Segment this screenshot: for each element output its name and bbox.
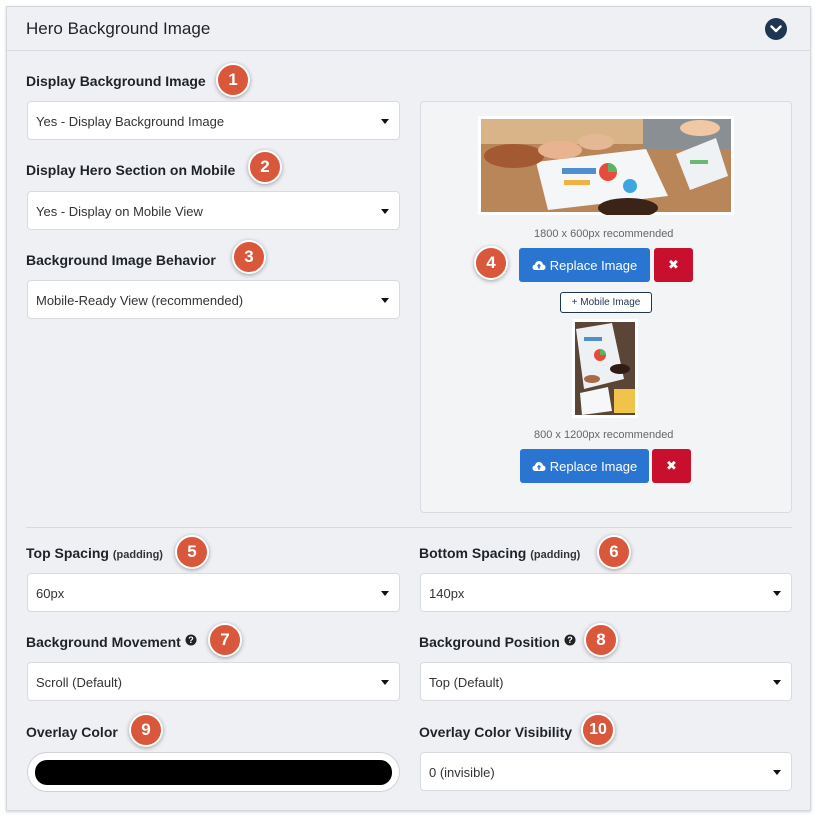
add-mobile-image-label: + Mobile Image [571,297,641,308]
display-bg-value: Yes - Display Background Image [36,114,225,129]
svg-text:?: ? [188,635,194,645]
overlay-visibility-label: Overlay Color Visibility [419,724,573,740]
step-badge-6: 6 [597,535,631,569]
overlay-visibility-value: 0 (invisible) [429,765,495,780]
position-value: Top (Default) [429,675,504,690]
close-icon: ✖ [666,458,677,473]
close-icon: ✖ [668,257,679,272]
top-spacing-label: Top Spacing (padding) [26,545,163,561]
display-mobile-select[interactable]: Yes - Display on Mobile View [27,191,400,230]
position-label: Background Position ? [419,634,576,650]
remove-mobile-image-button[interactable]: ✖ [652,449,691,483]
overlay-color-swatch [35,760,392,785]
bottom-spacing-select[interactable]: 140px [420,573,792,612]
position-select[interactable]: Top (Default) [420,662,792,701]
caret-down-icon [773,770,781,775]
caret-down-icon [381,298,389,303]
top-spacing-value: 60px [36,586,65,601]
desktop-size-hint: 1800 x 600px recommended [534,228,674,240]
step-badge-9: 9 [129,713,163,747]
replace-image-label: Replace Image [549,257,638,273]
overlay-color-label: Overlay Color [26,724,118,740]
mobile-size-hint: 800 x 1200px recommended [534,429,674,441]
replace-image-button[interactable]: Replace Image [519,248,650,282]
section-divider [26,527,792,528]
movement-select[interactable]: Scroll (Default) [27,662,400,701]
caret-down-icon [381,680,389,685]
overlay-visibility-select[interactable]: 0 (invisible) [420,752,792,791]
overlay-color-picker[interactable] [27,752,400,792]
collapse-button[interactable] [765,18,787,40]
caret-down-icon [773,591,781,596]
cloud-upload-icon [532,461,546,471]
hero-background-panel: Hero Background Image Display Background… [6,6,811,811]
replace-mobile-image-label: Replace Image [549,458,638,474]
question-circle-icon[interactable]: ? [185,634,197,646]
movement-label: Background Movement ? [26,634,197,650]
bottom-spacing-text: Bottom Spacing [419,545,527,561]
mobile-hero-image [572,319,638,418]
remove-image-button[interactable]: ✖ [654,248,693,282]
movement-value: Scroll (Default) [36,675,122,690]
replace-mobile-image-button[interactable]: Replace Image [520,449,649,483]
step-badge-10: 10 [581,713,615,747]
caret-down-icon [381,119,389,124]
add-mobile-image-button[interactable]: + Mobile Image [560,292,652,313]
caret-down-icon [381,591,389,596]
bottom-spacing-label: Bottom Spacing (padding) [419,545,580,561]
position-text: Background Position [419,634,560,650]
question-circle-icon[interactable]: ? [564,634,576,646]
chevron-down-icon [770,25,782,33]
step-badge-5: 5 [175,535,209,569]
behavior-select[interactable]: Mobile-Ready View (recommended) [27,280,400,319]
caret-down-icon [381,209,389,214]
caret-down-icon [773,680,781,685]
panel-header: Hero Background Image [7,7,810,51]
step-badge-7: 7 [208,623,242,657]
panel-title: Hero Background Image [26,19,211,38]
behavior-label: Background Image Behavior [26,252,216,268]
top-spacing-sub: (padding) [112,549,163,561]
movement-text: Background Movement [26,634,181,650]
step-badge-1: 1 [216,63,250,97]
top-spacing-select[interactable]: 60px [27,573,400,612]
display-mobile-value: Yes - Display on Mobile View [36,204,203,219]
bottom-spacing-value: 140px [429,586,465,601]
step-badge-8: 8 [584,623,618,657]
step-badge-2: 2 [248,150,282,184]
desktop-hero-image [478,116,734,215]
cloud-upload-icon [532,260,546,270]
behavior-value: Mobile-Ready View (recommended) [36,293,244,308]
step-badge-3: 3 [232,240,266,274]
display-bg-label: Display Background Image [26,73,206,89]
display-bg-select[interactable]: Yes - Display Background Image [27,101,400,140]
top-spacing-text: Top Spacing [26,545,109,561]
svg-text:?: ? [567,635,573,645]
step-badge-4: 4 [474,246,508,280]
bottom-spacing-sub: (padding) [530,549,581,561]
display-mobile-label: Display Hero Section on Mobile [26,162,236,178]
image-upload-box: 1800 x 600px recommended 4 Replace Image… [420,101,792,513]
